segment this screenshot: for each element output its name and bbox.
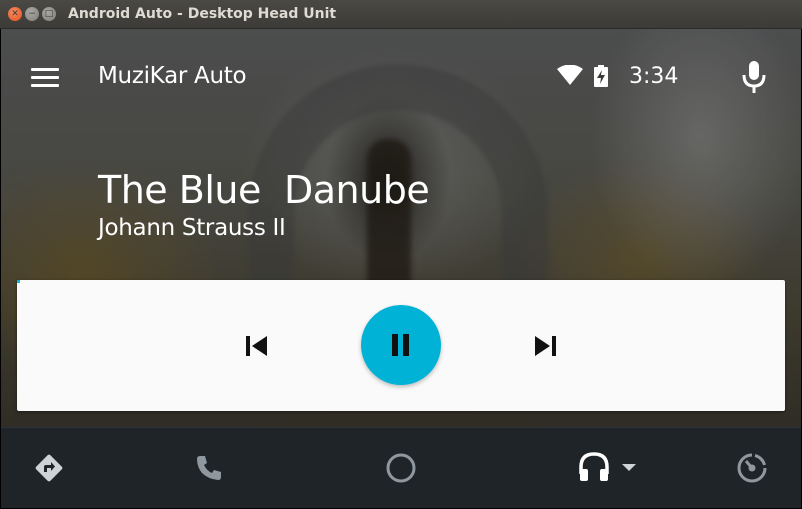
minimize-window-button[interactable]: − [25,7,39,21]
nav-phone-button[interactable] [191,450,227,486]
close-window-button[interactable]: ✕ [8,7,22,21]
playback-controls-card [17,280,785,411]
nav-media-button[interactable] [575,448,641,486]
maximize-window-button[interactable]: □ [42,7,56,21]
speedometer-icon [737,453,767,483]
nav-navigation-button[interactable] [31,450,67,486]
nav-home-button[interactable] [383,450,419,486]
window-titlebar: ✕ − □ Android Auto - Desktop Head Unit [0,0,802,29]
nav-overview-button[interactable] [734,450,770,486]
skip-previous-icon[interactable] [243,333,271,359]
navigation-diamond-icon [35,454,63,482]
pause-button[interactable] [361,305,441,385]
window-controls: ✕ − □ [8,7,56,21]
circle-home-icon [386,453,416,483]
pause-icon [392,334,409,356]
hamburger-menu-icon[interactable] [31,63,67,91]
wifi-icon [557,65,583,85]
microphone-icon[interactable] [741,61,767,93]
dropdown-arrow-icon [622,464,636,471]
card-accent [17,280,20,283]
track-artist: Johann Strauss II [98,215,286,241]
head-unit-screen: MuziKar Auto 3:34 The Blue Danube Johann… [1,29,801,508]
window-title: Android Auto - Desktop Head Unit [68,6,337,22]
phone-icon [197,456,221,480]
app-title: MuziKar Auto [98,63,247,89]
headphones-icon [579,452,609,481]
battery-charging-icon [594,65,608,87]
skip-next-icon[interactable] [531,333,559,359]
track-title: The Blue Danube [98,168,430,212]
clock-time: 3:34 [629,64,679,89]
bottom-nav-bar [1,427,801,508]
